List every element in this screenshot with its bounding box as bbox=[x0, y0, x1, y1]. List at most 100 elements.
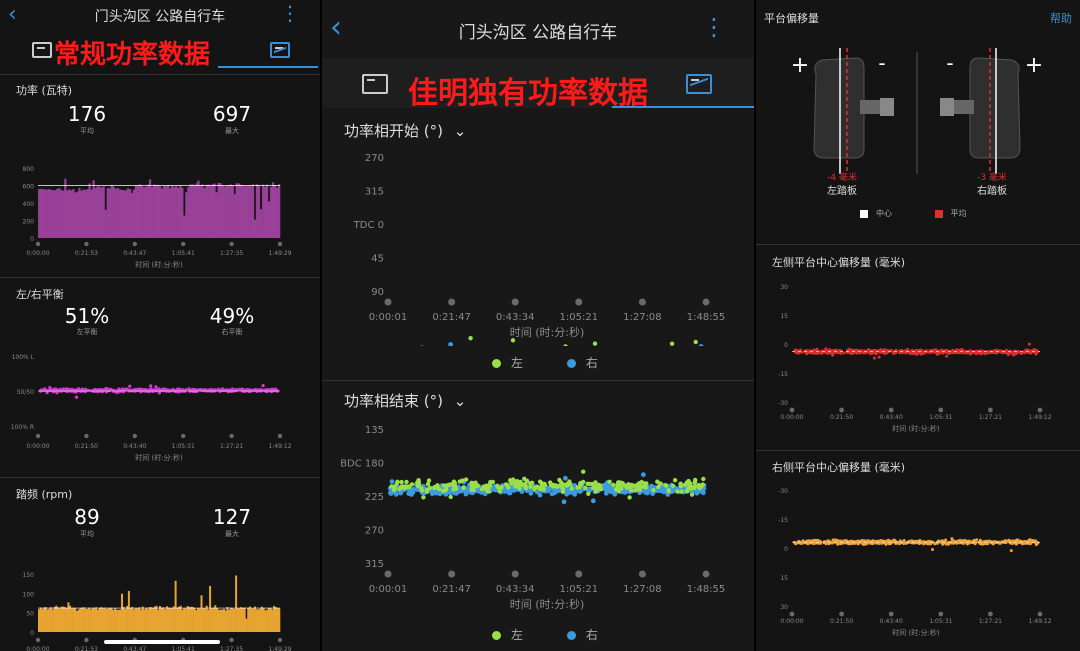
x-tick-dot bbox=[35, 433, 41, 439]
power-bar bbox=[96, 186, 99, 238]
power-bar bbox=[181, 187, 184, 238]
power-bar bbox=[261, 184, 265, 238]
legend-right-dot bbox=[566, 359, 576, 368]
cadence-bar bbox=[126, 605, 129, 632]
data-point bbox=[615, 482, 620, 487]
data-point bbox=[399, 479, 404, 485]
power-bar bbox=[82, 189, 85, 238]
phase-start-title[interactable]: 功率相开始 (°) ⌄ bbox=[344, 120, 466, 141]
left-offset-chart-title: 左侧平台中心偏移量 (毫米) bbox=[772, 256, 906, 269]
power-max-value: 697 bbox=[212, 102, 252, 126]
x-tick-label: 0:43:47 bbox=[123, 250, 146, 257]
power-bar bbox=[152, 184, 156, 238]
data-point bbox=[463, 477, 469, 482]
cadence-bar bbox=[216, 608, 218, 632]
data-point bbox=[643, 490, 648, 495]
power-bar bbox=[241, 185, 244, 238]
data-point bbox=[921, 351, 925, 355]
power-bar bbox=[155, 184, 158, 238]
power-bar bbox=[273, 185, 277, 238]
data-point bbox=[74, 395, 79, 399]
data-point bbox=[490, 479, 496, 485]
data-point bbox=[434, 490, 439, 496]
standard-power-panel: ‹ 门头沟区 公路自行车 ⋮ 常规功率数据 功率 (瓦特) 176 平均 697… bbox=[0, 0, 320, 651]
cadence-bar bbox=[150, 607, 153, 632]
x-tick-label: 1:48:55 bbox=[687, 584, 726, 595]
power-bar bbox=[245, 186, 248, 238]
cadence-bar bbox=[122, 606, 125, 632]
tab-chart-icon[interactable] bbox=[270, 42, 290, 58]
power-bar bbox=[66, 190, 69, 238]
phase-end-title[interactable]: 功率相结束 (°) ⌄ bbox=[344, 390, 466, 411]
data-point bbox=[569, 486, 574, 491]
data-point bbox=[581, 469, 586, 474]
divider bbox=[756, 450, 1080, 451]
cadence-bar bbox=[191, 606, 194, 632]
cadence-bar bbox=[119, 609, 122, 632]
y-tick-label: 600 bbox=[23, 184, 35, 191]
help-link[interactable]: 帮助 bbox=[1050, 10, 1072, 26]
tab-chart-icon[interactable] bbox=[686, 74, 712, 94]
power-bar bbox=[219, 183, 222, 238]
data-point bbox=[249, 388, 253, 392]
data-point bbox=[698, 344, 704, 346]
cadence-bar bbox=[197, 608, 199, 632]
y-tick-label: 15 bbox=[780, 313, 788, 320]
x-axis-label: 时间 (时:分:秒) bbox=[892, 424, 940, 433]
data-point bbox=[45, 391, 49, 395]
cadence-bar bbox=[131, 606, 134, 632]
data-point bbox=[515, 483, 520, 489]
y-tick-label: 270 bbox=[365, 526, 384, 537]
tab-overview-icon[interactable] bbox=[362, 74, 388, 94]
x-tick-label: 0:43:34 bbox=[496, 312, 535, 323]
y-tick-label: -30 bbox=[778, 488, 788, 495]
more-menu-button[interactable]: ⋮ bbox=[280, 2, 300, 24]
cadence-bar bbox=[233, 609, 236, 632]
data-point bbox=[140, 388, 144, 393]
x-tick-label: 0:00:00 bbox=[26, 250, 49, 257]
power-bar bbox=[78, 188, 81, 238]
power-bar bbox=[175, 185, 178, 238]
cadence-bar bbox=[95, 607, 97, 632]
x-tick-label: 1:27:35 bbox=[220, 250, 243, 257]
y-tick-label: 100% L bbox=[12, 354, 35, 361]
y-tick-label: 100 bbox=[23, 591, 35, 598]
y-tick-label: 0 bbox=[30, 236, 34, 243]
tab-overview-icon[interactable] bbox=[32, 42, 52, 58]
x-tick-label: 0:00:01 bbox=[369, 584, 408, 595]
cadence-bar bbox=[88, 607, 91, 632]
cadence-bar bbox=[91, 607, 94, 632]
cadence-bar bbox=[203, 608, 206, 632]
x-tick-label: 1:49:29 bbox=[268, 250, 291, 257]
data-point bbox=[395, 479, 400, 484]
data-point bbox=[627, 495, 632, 500]
x-tick-label: 0:21:50 bbox=[830, 618, 853, 625]
more-menu-button[interactable]: ⋮ bbox=[702, 15, 726, 39]
x-tick-label: 0:43:40 bbox=[880, 414, 903, 421]
data-point bbox=[542, 482, 548, 488]
x-axis-label: 时间 (时:分:秒) bbox=[135, 260, 183, 268]
right-plus-sign: + bbox=[1025, 53, 1043, 78]
power-bar bbox=[126, 188, 129, 238]
cadence-bar bbox=[252, 608, 255, 632]
data-point bbox=[638, 484, 644, 489]
power-bar bbox=[124, 190, 127, 238]
x-tick-label: 0:00:00 bbox=[780, 414, 803, 421]
data-point bbox=[928, 350, 932, 354]
x-axis-label: 时间 (时:分:秒) bbox=[892, 628, 940, 637]
data-point bbox=[149, 384, 153, 388]
power-bar bbox=[221, 185, 224, 238]
power-bar bbox=[64, 178, 67, 238]
power-bar bbox=[62, 190, 65, 238]
power-bar bbox=[120, 189, 123, 238]
power-bar bbox=[231, 185, 234, 238]
power-bar bbox=[203, 188, 206, 238]
x-tick-label: 0:00:01 bbox=[369, 312, 408, 323]
power-bar bbox=[185, 192, 188, 238]
cadence-bar bbox=[82, 607, 85, 632]
data-point bbox=[261, 384, 265, 388]
data-point bbox=[961, 539, 965, 543]
cadence-bar bbox=[107, 608, 110, 632]
x-tick-dot bbox=[839, 407, 844, 413]
power-bar bbox=[183, 215, 186, 238]
